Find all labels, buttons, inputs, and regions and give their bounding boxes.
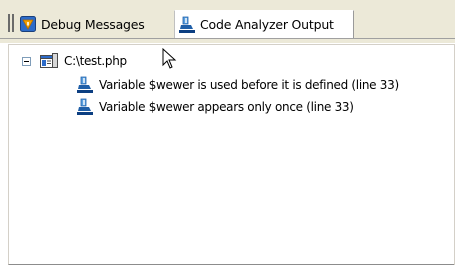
tab-code-label: Code Analyzer Output bbox=[200, 17, 334, 32]
code-analyzer-panel: Debug Messages Code Analyzer Output C:\t… bbox=[0, 0, 455, 265]
tab-debug-messages[interactable]: Debug Messages bbox=[20, 12, 145, 36]
tree-node-file[interactable]: C:\test.php bbox=[22, 51, 127, 71]
tab-bar-divider bbox=[0, 38, 455, 39]
php-file-icon bbox=[40, 53, 58, 68]
tab-bar: Debug Messages Code Analyzer Output bbox=[0, 0, 455, 43]
collapse-icon[interactable] bbox=[22, 56, 31, 66]
code-analyzer-icon bbox=[179, 16, 195, 33]
message-text: Variable $wewer is used before it is def… bbox=[99, 78, 399, 92]
tab-code-analyzer-output[interactable]: Code Analyzer Output bbox=[174, 10, 354, 38]
mouse-pointer-icon bbox=[162, 48, 177, 69]
tab-debug-label: Debug Messages bbox=[41, 16, 145, 32]
output-tree: C:\test.php Variable $wewer is used befo… bbox=[8, 44, 455, 265]
message-text: Variable $wewer appears only once (line … bbox=[99, 100, 354, 114]
debug-icon bbox=[20, 16, 36, 32]
code-analyzer-icon bbox=[77, 76, 93, 93]
list-item[interactable]: Variable $wewer is used before it is def… bbox=[77, 75, 399, 95]
code-analyzer-icon bbox=[77, 98, 93, 115]
toolbar-grip[interactable] bbox=[8, 14, 14, 32]
list-item[interactable]: Variable $wewer appears only once (line … bbox=[77, 97, 354, 117]
file-label: C:\test.php bbox=[64, 54, 127, 68]
